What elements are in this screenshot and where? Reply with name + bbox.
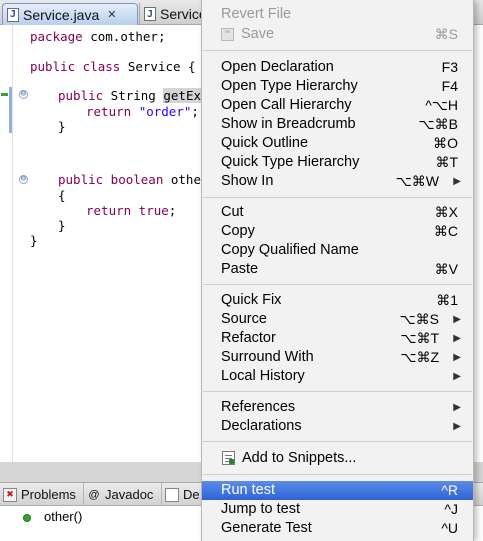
menu-item-local-history[interactable]: Local History ▶	[202, 367, 473, 386]
fold-collapse-icon[interactable]: ⊖	[19, 90, 28, 99]
declaration-icon	[165, 487, 179, 502]
menu-separator	[203, 441, 472, 442]
menu-item-run-test[interactable]: Run test ^R	[202, 481, 473, 500]
menu-item-quick-fix[interactable]: Quick Fix ⌘1	[202, 291, 473, 310]
tab-javadoc[interactable]: @ Javadoc	[84, 483, 162, 506]
save-icon	[221, 28, 234, 41]
tab-label: Service.java	[23, 6, 100, 23]
tab-service-java[interactable]: J Service.java ✕	[2, 3, 138, 25]
menu-item-cut[interactable]: Cut ⌘X	[202, 203, 473, 222]
java-file-icon: J	[144, 7, 156, 21]
public-method-icon	[23, 514, 31, 522]
menu-item-jump-to-test[interactable]: Jump to test ^J	[202, 500, 473, 519]
menu-item-references[interactable]: References ▶	[202, 398, 473, 417]
java-file-icon: J	[7, 7, 19, 22]
code-line-10: }	[30, 233, 38, 248]
menu-item-source[interactable]: Source ⌥⌘S ▶	[202, 310, 473, 329]
submenu-arrow-icon: ▶	[453, 176, 461, 187]
outline-item[interactable]: other()	[44, 509, 82, 524]
menu-item-quick-type-hierarchy[interactable]: Quick Type Hierarchy ⌘T	[202, 153, 473, 172]
menu-item-declarations[interactable]: Declarations ▶	[202, 417, 473, 436]
menu-item-refactor[interactable]: Refactor ⌥⌘T ▶	[202, 329, 473, 348]
menu-item-show-in[interactable]: Show In ⌥⌘W ▶	[202, 172, 473, 191]
menu-item-generate-test[interactable]: Generate Test ^U	[202, 519, 473, 538]
menu-item-copy[interactable]: Copy ⌘C	[202, 222, 473, 241]
menu-separator	[203, 391, 472, 392]
code-line-1: package com.other;	[30, 29, 166, 44]
fold-collapse-icon[interactable]: ⊖	[19, 175, 28, 184]
quick-diff-bar	[9, 87, 12, 133]
tab-label: Problems	[21, 487, 76, 502]
submenu-arrow-icon: ▶	[453, 333, 461, 344]
menu-item-revert-file[interactable]: Revert File	[202, 5, 473, 24]
submenu-arrow-icon: ▶	[453, 421, 461, 432]
at-icon: @	[88, 488, 100, 501]
menu-separator	[203, 284, 472, 285]
submenu-arrow-icon: ▶	[453, 352, 461, 363]
code-line-9: }	[58, 218, 66, 233]
tab-problems[interactable]: ✖ Problems	[0, 483, 84, 506]
menu-item-show-in-breadcrumb[interactable]: Show in Breadcrumb ⌥⌘B	[202, 115, 473, 134]
code-line-2: public class Service {	[30, 59, 196, 74]
menu-item-open-declaration[interactable]: Open Declaration F3	[202, 58, 473, 77]
tab-label: Javadoc	[105, 487, 154, 502]
menu-separator	[203, 474, 472, 475]
change-marker	[1, 93, 8, 96]
context-menu: Revert File Save ⌘S Open Declaration F3 O…	[201, 0, 474, 541]
snippet-icon	[222, 451, 235, 465]
tab-label: Service	[160, 6, 201, 22]
menu-item-open-call-hierarchy[interactable]: Open Call Hierarchy ^⌥H	[202, 96, 473, 115]
code-line-8: return true;	[86, 203, 177, 218]
close-icon[interactable]: ✕	[107, 8, 116, 21]
menu-item-quick-outline[interactable]: Quick Outline ⌘O	[202, 134, 473, 153]
tab-service[interactable]: J Service	[139, 3, 201, 25]
problems-icon: ✖	[3, 487, 17, 502]
submenu-arrow-icon: ▶	[453, 371, 461, 382]
menu-item-copy-qualified-name[interactable]: Copy Qualified Name	[202, 241, 473, 260]
annotation-ruler	[0, 25, 13, 462]
menu-separator	[203, 197, 472, 198]
code-line-4: return "order";	[86, 104, 199, 119]
tab-declaration[interactable]: De	[162, 483, 202, 506]
menu-item-add-to-snippets[interactable]: Add to Snippets...	[202, 449, 473, 468]
menu-item-surround-with[interactable]: Surround With ⌥⌘Z ▶	[202, 348, 473, 367]
submenu-arrow-icon: ▶	[453, 314, 461, 325]
submenu-arrow-icon: ▶	[453, 402, 461, 413]
code-line-7: {	[58, 188, 66, 203]
menu-item-open-type-hierarchy[interactable]: Open Type Hierarchy F4	[202, 77, 473, 96]
menu-item-save[interactable]: Save ⌘S	[202, 25, 473, 44]
menu-separator	[203, 50, 472, 51]
menu-item-paste[interactable]: Paste ⌘V	[202, 260, 473, 279]
code-line-6: public boolean othe	[58, 172, 201, 187]
code-line-5: }	[58, 119, 66, 134]
tab-label: De	[183, 487, 200, 502]
